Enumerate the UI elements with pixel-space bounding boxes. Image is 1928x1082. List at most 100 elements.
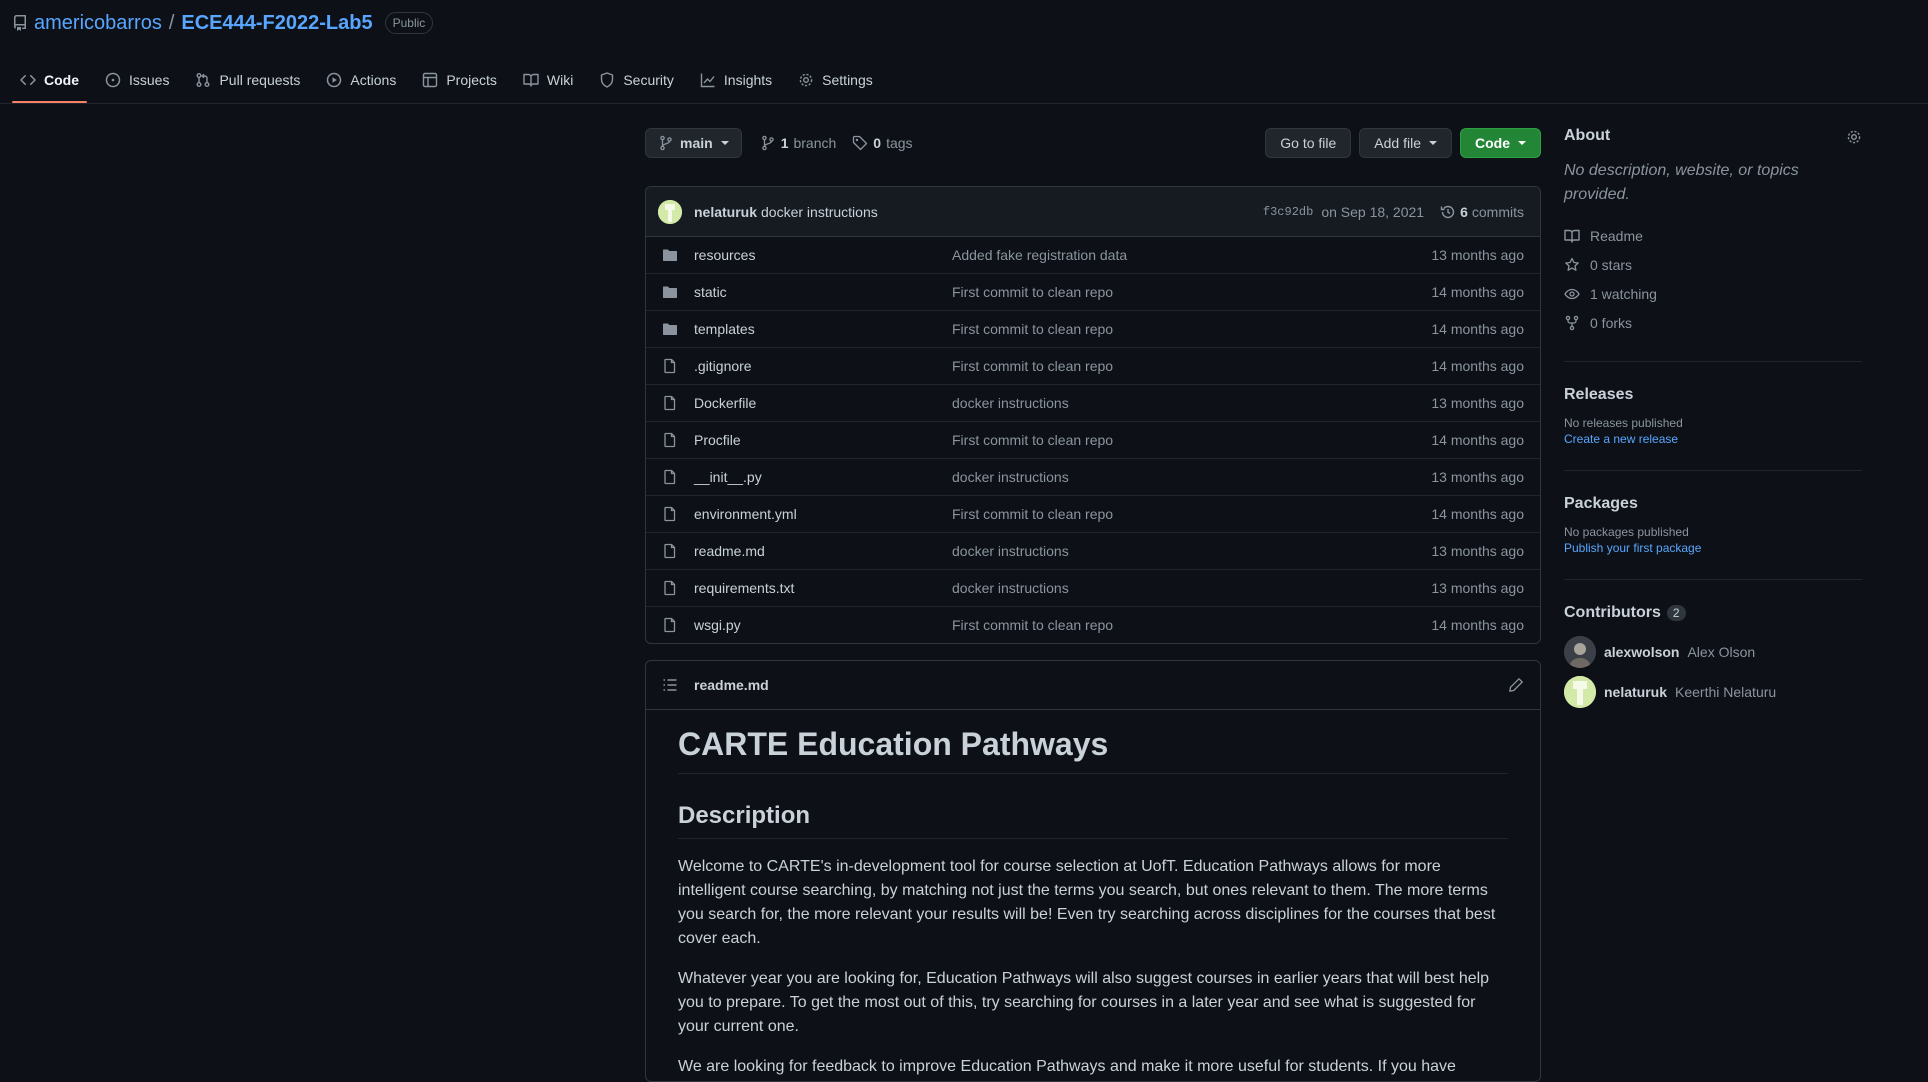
file-row[interactable]: static First commit to clean repo 14 month… xyxy=(646,273,1540,310)
pencil-icon[interactable] xyxy=(1508,677,1524,693)
go-to-file-button[interactable]: Go to file xyxy=(1265,128,1352,158)
file-row[interactable]: wsgi.py First commit to clean repo 14 mont… xyxy=(646,606,1540,643)
file-row[interactable]: .gitignore First commit to clean repo 14 m… xyxy=(646,347,1540,384)
file-name-link[interactable]: resources xyxy=(694,247,952,263)
file-name-link[interactable]: static xyxy=(694,284,952,300)
file-name-link[interactable]: Dockerfile xyxy=(694,395,952,411)
releases-title[interactable]: Releases xyxy=(1564,386,1862,404)
branches-link[interactable]: 1 branch xyxy=(760,135,836,151)
file-row[interactable]: requirements.txt docker instructions 13 mo… xyxy=(646,569,1540,606)
gear-icon[interactable] xyxy=(1846,129,1862,145)
readme-paragraph: Whatever year you are looking for, Educa… xyxy=(678,970,1490,1035)
tab-wiki[interactable]: Wiki xyxy=(515,62,581,98)
forks-link[interactable]: 0 forks xyxy=(1564,308,1862,337)
chevron-down-icon xyxy=(1429,141,1437,145)
stars-link[interactable]: 0 stars xyxy=(1564,250,1862,279)
file-icon xyxy=(662,617,678,633)
commit-message-link[interactable]: docker instructions xyxy=(761,204,878,220)
repo-name-link[interactable]: ECE444-F2022-Lab5 xyxy=(181,12,372,35)
repo-owner-link[interactable]: americobarros xyxy=(34,12,162,35)
folder-icon xyxy=(662,247,678,263)
contributors-title[interactable]: Contributors 2 xyxy=(1564,604,1862,622)
tab-pull-requests[interactable]: Pull requests xyxy=(187,62,308,98)
commit-date: on Sep 18, 2021 xyxy=(1321,203,1425,220)
code-button[interactable]: Code xyxy=(1460,128,1541,158)
file-row[interactable]: readme.md docker instructions 13 months ag… xyxy=(646,532,1540,569)
file-name-link[interactable]: wsgi.py xyxy=(694,617,952,633)
contributor-item[interactable]: nelaturuk Keerthi Nelaturu xyxy=(1564,672,1862,712)
publish-package-link[interactable]: Publish your first package xyxy=(1564,541,1701,555)
file-commit-message-link[interactable]: docker instructions xyxy=(952,543,1431,559)
file-commit-message-link[interactable]: First commit to clean repo xyxy=(952,321,1431,337)
file-name-link[interactable]: readme.md xyxy=(694,543,952,559)
table-icon xyxy=(422,72,438,88)
file-name-link[interactable]: __init__.py xyxy=(694,469,952,485)
tab-label: Insights xyxy=(723,72,773,88)
file-commit-message-link[interactable]: First commit to clean repo xyxy=(952,284,1431,300)
list-icon[interactable] xyxy=(662,677,678,693)
watchers-link[interactable]: 1 watching xyxy=(1564,279,1862,308)
file-commit-message-link[interactable]: docker instructions xyxy=(952,469,1431,485)
chevron-down-icon xyxy=(1518,141,1526,145)
packages-section: Packages No packages published Publish y… xyxy=(1564,495,1862,580)
tab-issues[interactable]: Issues xyxy=(97,62,177,98)
tab-label: Settings xyxy=(822,72,873,88)
file-row[interactable]: Dockerfile docker instructions 13 months a… xyxy=(646,384,1540,421)
file-icon xyxy=(662,506,678,522)
file-name-link[interactable]: Procfile xyxy=(694,432,952,448)
readme-link[interactable]: Readme xyxy=(1564,221,1862,250)
commit-count-label: commits xyxy=(1471,203,1524,220)
branch-select-button[interactable]: main xyxy=(645,128,742,158)
contributor-item[interactable]: alexwolson Alex Olson xyxy=(1564,632,1862,672)
tab-settings[interactable]: Settings xyxy=(790,62,881,98)
file-name-link[interactable]: templates xyxy=(694,321,952,337)
gear-icon xyxy=(798,72,814,88)
issue-icon xyxy=(105,72,121,88)
commit-sha-link[interactable]: f3c92db xyxy=(1263,205,1313,219)
tab-label: Actions xyxy=(350,72,397,88)
file-commit-message-link[interactable]: docker instructions xyxy=(952,580,1431,596)
file-row[interactable]: Procfile First commit to clean repo 14 mon… xyxy=(646,421,1540,458)
tag-icon xyxy=(852,135,868,151)
contributors-link[interactable]: Contributors xyxy=(1564,604,1661,622)
file-commit-message-link[interactable]: First commit to clean repo xyxy=(952,617,1431,633)
file-name-link[interactable]: environment.yml xyxy=(694,506,952,522)
create-release-link[interactable]: Create a new release xyxy=(1564,432,1678,446)
releases-link[interactable]: Releases xyxy=(1564,386,1633,404)
file-commit-message-link[interactable]: First commit to clean repo xyxy=(952,506,1431,522)
tab-insights[interactable]: Insights xyxy=(692,62,780,98)
commits-history-link[interactable]: 6 commits xyxy=(1440,204,1524,220)
tab-code[interactable]: Code xyxy=(12,62,87,103)
file-row[interactable]: resources Added fake registration data 13 … xyxy=(646,237,1540,273)
file-row[interactable]: templates First commit to clean repo 14 mo… xyxy=(646,310,1540,347)
tab-actions[interactable]: Actions xyxy=(318,62,404,98)
tab-projects[interactable]: Projects xyxy=(414,62,505,98)
file-commit-message-link[interactable]: First commit to clean repo xyxy=(952,358,1431,374)
file-name-link[interactable]: .gitignore xyxy=(694,358,952,374)
branch-icon xyxy=(658,135,674,151)
tags-link[interactable]: 0 tags xyxy=(852,135,913,151)
add-file-button[interactable]: Add file xyxy=(1359,128,1452,158)
commit-author-link[interactable]: nelaturuk xyxy=(694,204,757,220)
file-name-link[interactable]: requirements.txt xyxy=(694,580,952,596)
file-commit-message-link[interactable]: docker instructions xyxy=(952,395,1431,411)
tab-security[interactable]: Security xyxy=(591,62,682,98)
packages-title[interactable]: Packages xyxy=(1564,495,1862,513)
file-icon xyxy=(662,432,678,448)
add-file-label: Add file xyxy=(1374,135,1421,151)
file-commit-message-link[interactable]: Added fake registration data xyxy=(952,247,1431,263)
tab-label: Wiki xyxy=(546,72,574,88)
avatar[interactable] xyxy=(658,199,682,224)
graph-icon xyxy=(700,72,716,88)
readme-header: readme.md xyxy=(646,661,1540,710)
file-commit-message-link[interactable]: First commit to clean repo xyxy=(952,432,1431,448)
repo-separator: / xyxy=(168,11,175,34)
repo-tabs: Code Issues Pull requests Actions Projec… xyxy=(12,62,891,104)
branch-count: 1 xyxy=(780,135,789,151)
packages-link[interactable]: Packages xyxy=(1564,495,1638,513)
contributor-name: Alex Olson xyxy=(1687,644,1756,660)
tab-label: Security xyxy=(623,72,674,88)
contributors-section: Contributors 2 alexwolson Alex Olson nel… xyxy=(1564,604,1862,712)
file-row[interactable]: environment.yml First commit to clean rep… xyxy=(646,495,1540,532)
file-row[interactable]: __init__.py docker instructions 13 months … xyxy=(646,458,1540,495)
